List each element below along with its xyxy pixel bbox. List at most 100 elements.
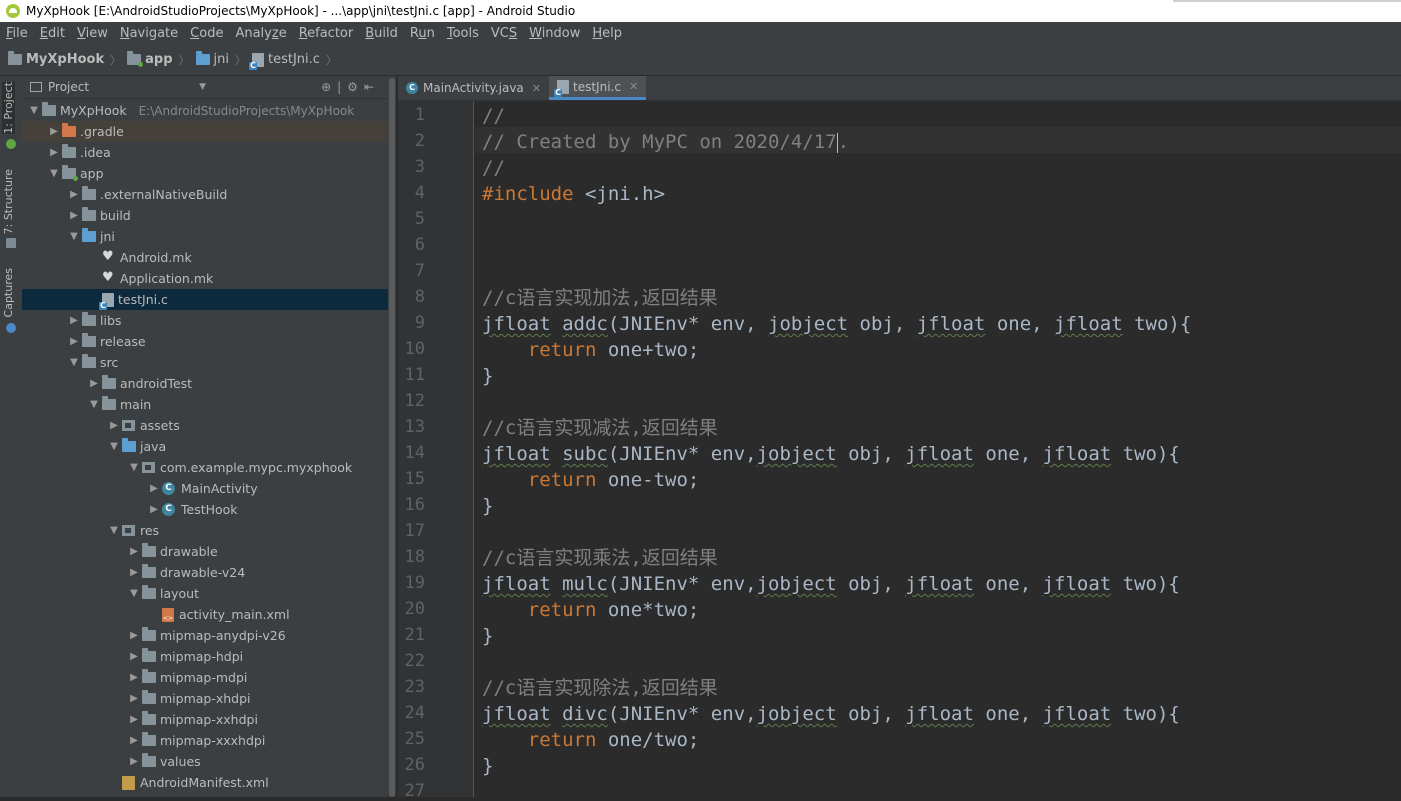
tree-row[interactable]: ▶ build	[22, 205, 388, 226]
menu-item[interactable]: Edit	[34, 26, 71, 41]
expanded-arrow-icon[interactable]: ▼	[106, 441, 122, 452]
line-number-gutter[interactable]: 1 2 3 4 5 6 7 8 9 10 11 12 13 14 15 16 17 18 19 20 21 22 23 24 2…	[398, 101, 474, 801]
tab-mainactivity-java[interactable]: C MainActivity.java ✕	[398, 76, 549, 100]
tree-row[interactable]: ▶ assets	[22, 415, 388, 436]
tree-row[interactable]: ▶Android.mk	[22, 247, 388, 268]
expanded-arrow-icon[interactable]: ▼	[86, 399, 102, 410]
expanded-arrow-icon[interactable]: ▼	[126, 462, 142, 473]
tree-row[interactable]: ▶activity_main.xml	[22, 604, 388, 625]
collapsed-arrow-icon[interactable]: ▶	[126, 567, 142, 578]
menu-item[interactable]: File	[0, 26, 34, 41]
collapsed-arrow-icon[interactable]: ▶	[126, 651, 142, 662]
menu-item[interactable]: Navigate	[114, 26, 184, 41]
tree-row-root[interactable]: ▼ MyXpHook E:\AndroidStudioProjects\MyXpHo…	[22, 100, 388, 121]
collapsed-arrow-icon[interactable]: ▶	[66, 210, 82, 221]
expanded-arrow-icon[interactable]: ▼	[66, 231, 82, 242]
tree-item-label: androidTest	[120, 376, 193, 391]
breadcrumb-module[interactable]: app	[127, 51, 173, 67]
code-line-13: //c语言实现减法,返回结果	[482, 417, 718, 439]
menu-item[interactable]: VCS	[485, 26, 523, 41]
collapsed-arrow-icon[interactable]: ▶	[126, 672, 142, 683]
collapsed-arrow-icon[interactable]: ▶	[66, 336, 82, 347]
expanded-arrow-icon[interactable]: ▼	[106, 525, 122, 536]
tree-row[interactable]: ▶ values	[22, 751, 388, 772]
code-editor[interactable]: // // Created by MyPC on 2020/4/17. // #…	[475, 101, 1401, 797]
gear-icon[interactable]: ⚙	[347, 80, 364, 94]
tool-tab-structure[interactable]: 7: Structure	[2, 169, 15, 234]
tree-row[interactable]: ▼ src	[22, 352, 388, 373]
collapsed-arrow-icon[interactable]: ▶	[126, 630, 142, 641]
menu-mnemonic: B	[365, 25, 375, 41]
tree-row[interactable]: ▶ drawable-v24	[22, 562, 388, 583]
breadcrumb-project[interactable]: MyXpHook	[8, 51, 104, 67]
tree-row[interactable]: ▶ .gradle	[22, 121, 388, 142]
menu-item[interactable]: Run	[404, 26, 441, 41]
tree-row[interactable]: ▶ mipmap-hdpi	[22, 646, 388, 667]
chevron-down-icon[interactable]: ▼	[199, 82, 206, 92]
tree-row[interactable]: ▼ com.example.mypc.myxphook	[22, 457, 388, 478]
expanded-arrow-icon[interactable]: ▼	[126, 588, 142, 599]
menu-item[interactable]: Refactor	[293, 26, 360, 41]
menu-item[interactable]: Build	[359, 26, 404, 41]
hide-panel-icon[interactable]: ⇤	[364, 80, 380, 94]
tree-row[interactable]: ▶ libs	[22, 310, 388, 331]
tree-row[interactable]: ▶AndroidManifest.xml	[22, 772, 388, 793]
tree-row[interactable]: ▶ .externalNativeBuild	[22, 184, 388, 205]
expanded-arrow-icon[interactable]: ▼	[46, 168, 62, 179]
tree-row[interactable]: ▶ drawable	[22, 541, 388, 562]
c-file-icon	[249, 52, 264, 70]
tree-row[interactable]: ▼ java	[22, 436, 388, 457]
tree-row[interactable]: ▶ mipmap-xhdpi	[22, 688, 388, 709]
tree-row[interactable]: ▼ jni	[22, 226, 388, 247]
tree-row[interactable]: ▶Application.mk	[22, 268, 388, 289]
tree-row[interactable]: ▶ .idea	[22, 142, 388, 163]
menu-item[interactable]: View	[71, 26, 114, 41]
breadcrumb-file[interactable]: testJni.c	[249, 52, 320, 70]
menu-item[interactable]: Tools	[441, 26, 485, 41]
collapsed-arrow-icon[interactable]: ▶	[46, 147, 62, 158]
tree-item-label: .externalNativeBuild	[100, 187, 228, 202]
close-icon[interactable]: ✕	[532, 82, 541, 95]
line-number: 19	[404, 573, 425, 593]
tool-tab-captures[interactable]: Captures	[2, 268, 15, 317]
menu-item[interactable]: Help	[586, 26, 628, 41]
collapsed-arrow-icon[interactable]: ▶	[106, 420, 122, 431]
tree-row[interactable]: ▶ C MainActivity	[22, 478, 388, 499]
expanded-arrow-icon[interactable]: ▼	[26, 105, 42, 116]
collapsed-arrow-icon[interactable]: ▶	[66, 189, 82, 200]
collapsed-arrow-icon[interactable]: ▶	[126, 735, 142, 746]
menu-label: e	[278, 25, 287, 41]
tree-row[interactable]: ▶ release	[22, 331, 388, 352]
tree-row[interactable]: ▼ layout	[22, 583, 388, 604]
breadcrumb-folder[interactable]: jni	[195, 51, 229, 67]
tree-row[interactable]: ▼ res	[22, 520, 388, 541]
line-number: 6	[414, 235, 425, 255]
tool-tab-project[interactable]: 1: Project	[2, 82, 15, 134]
close-icon[interactable]: ✕	[629, 80, 638, 93]
tree-row[interactable]: ▶ mipmap-mdpi	[22, 667, 388, 688]
tree-row[interactable]: ▼ main	[22, 394, 388, 415]
tree-row[interactable]: ▶ mipmap-xxhdpi	[22, 709, 388, 730]
menu-item[interactable]: Window	[523, 26, 586, 41]
tree-row[interactable]: ▶testJni.c	[22, 289, 388, 310]
tree-row[interactable]: ▶ mipmap-xxxhdpi	[22, 730, 388, 751]
collapsed-arrow-icon[interactable]: ▶	[66, 315, 82, 326]
project-view-selector[interactable]: Project	[48, 80, 89, 94]
tree-row[interactable]: ▶ mipmap-anydpi-v26	[22, 625, 388, 646]
collapsed-arrow-icon[interactable]: ▶	[126, 546, 142, 557]
collapsed-arrow-icon[interactable]: ▶	[146, 483, 162, 494]
collapsed-arrow-icon[interactable]: ▶	[126, 693, 142, 704]
collapsed-arrow-icon[interactable]: ▶	[46, 126, 62, 137]
tab-testjni-c[interactable]: testJni.c ✕	[549, 76, 647, 100]
collapsed-arrow-icon[interactable]: ▶	[126, 756, 142, 767]
collapse-all-icon[interactable]: ⊕	[321, 80, 337, 94]
collapsed-arrow-icon[interactable]: ▶	[126, 714, 142, 725]
tree-row[interactable]: ▶ androidTest	[22, 373, 388, 394]
collapsed-arrow-icon[interactable]: ▶	[86, 378, 102, 389]
tree-row[interactable]: ▶ C TestHook	[22, 499, 388, 520]
tree-row[interactable]: ▼ app	[22, 163, 388, 184]
menu-item[interactable]: Code	[184, 26, 229, 41]
menu-item[interactable]: Analyze	[229, 26, 292, 41]
expanded-arrow-icon[interactable]: ▼	[66, 357, 82, 368]
collapsed-arrow-icon[interactable]: ▶	[146, 504, 162, 515]
